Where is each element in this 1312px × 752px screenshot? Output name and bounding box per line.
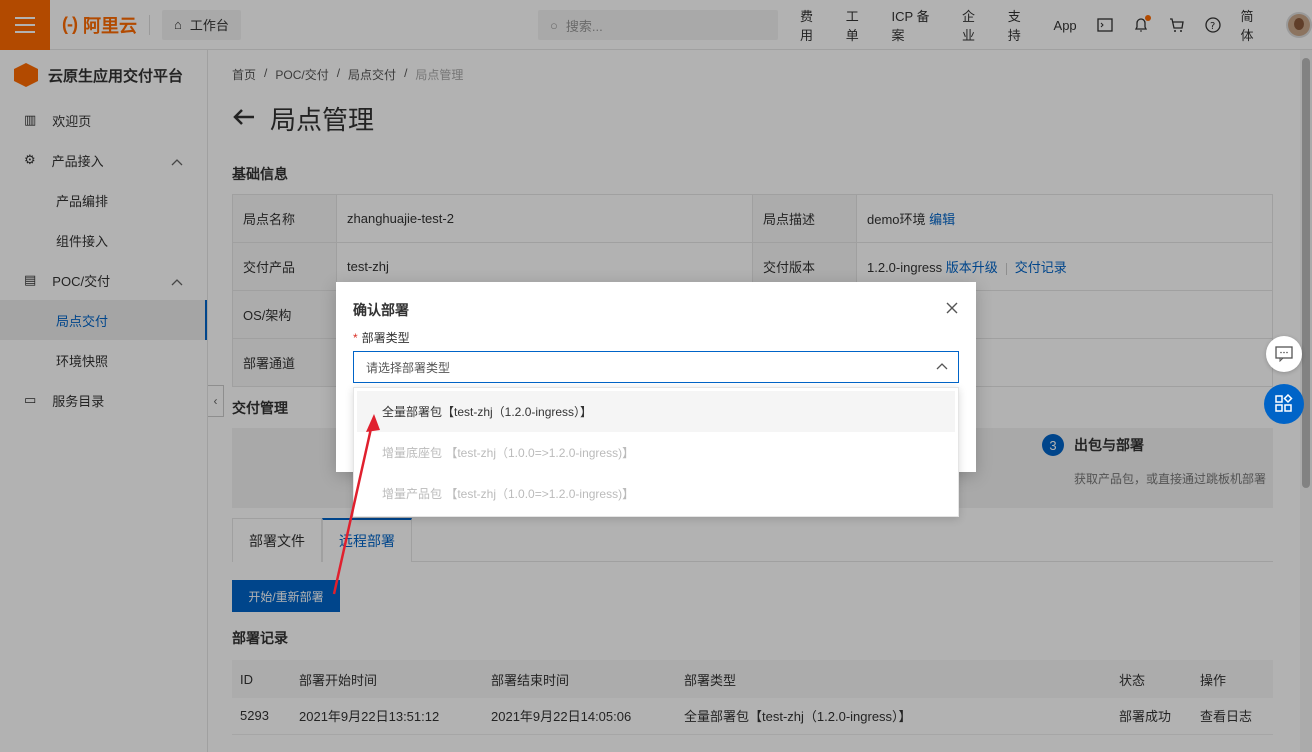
apps-icon[interactable] [1264, 384, 1304, 424]
deploy-type-select[interactable]: 请选择部署类型 [353, 351, 959, 383]
close-icon[interactable] [946, 298, 958, 319]
dialog-title: 确认部署 [353, 302, 409, 318]
option-full-package[interactable]: 全量部署包【test-zhj（1.2.0-ingress）】 [357, 391, 955, 432]
deploy-type-label: * 部署类型 [353, 331, 410, 345]
chevron-up-icon [936, 360, 948, 377]
deploy-type-dropdown: 全量部署包【test-zhj（1.2.0-ingress）】 增量底座包 【te… [353, 387, 959, 517]
option-incremental-product: 增量产品包 【test-zhj（1.0.0=>1.2.0-ingress)】 [382, 487, 635, 501]
chat-icon[interactable] [1266, 336, 1302, 372]
option-incremental-base: 增量底座包 【test-zhj（1.0.0=>1.2.0-ingress)】 [382, 446, 635, 460]
